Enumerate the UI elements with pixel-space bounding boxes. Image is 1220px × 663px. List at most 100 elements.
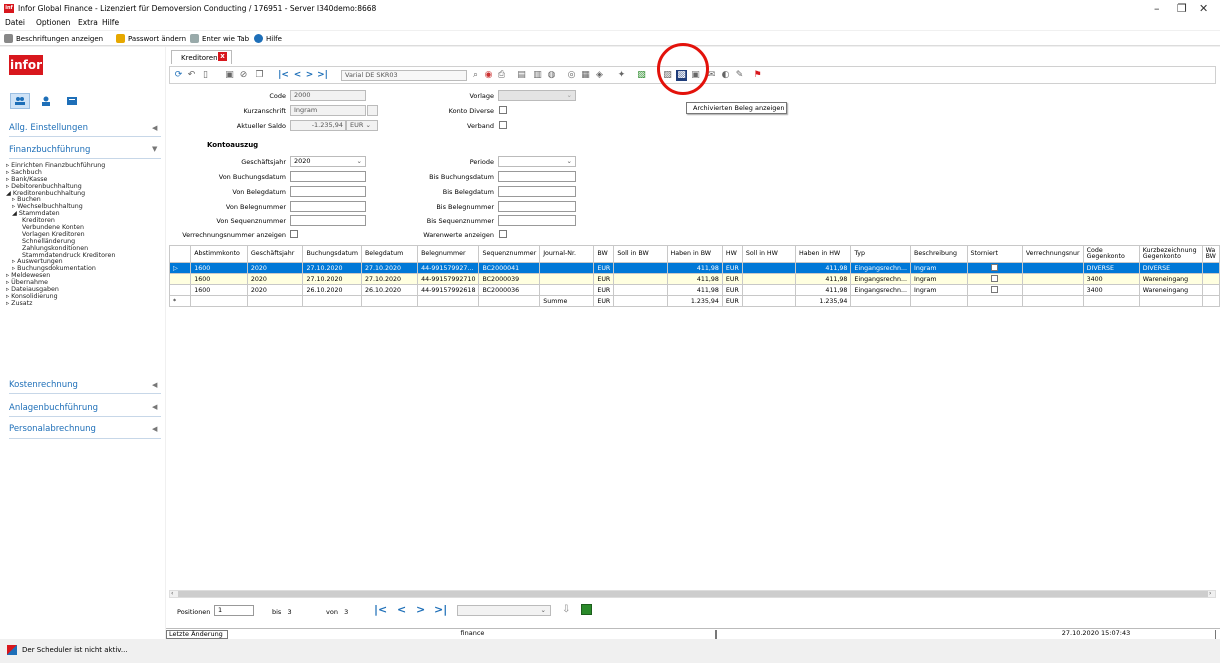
collapse-arrow-icon[interactable]: ◀ xyxy=(152,381,157,389)
undo-icon[interactable]: ↶ xyxy=(186,70,197,81)
table-cell[interactable]: EUR xyxy=(721,262,743,274)
card-icon[interactable] xyxy=(66,96,78,106)
table-cell[interactable] xyxy=(539,262,595,274)
first-page-icon[interactable]: |< xyxy=(374,603,387,616)
next-page-icon[interactable]: > xyxy=(416,603,425,616)
table-cell[interactable]: BC2000039 xyxy=(478,273,541,285)
section-anlagenbuchfuehrung[interactable]: Anlagenbuchführung xyxy=(9,403,98,413)
table-cell[interactable] xyxy=(1201,273,1220,285)
enter-tab-button[interactable]: Enter wie Tab xyxy=(190,34,249,43)
menu-datei[interactable]: Datei xyxy=(5,18,25,27)
table-cell[interactable]: 27.10.2020 xyxy=(302,262,362,274)
table-cell[interactable]: 411,98 xyxy=(795,262,852,274)
scroll-right-icon[interactable]: › xyxy=(1209,590,1211,597)
collapse-arrow-icon[interactable]: ◀ xyxy=(152,403,157,411)
column-header[interactable]: Code Gegenkonto xyxy=(1082,245,1140,263)
table-cell[interactable]: 2020 xyxy=(246,262,304,274)
storniert-checkbox[interactable] xyxy=(991,286,999,294)
table-cell[interactable] xyxy=(613,262,668,274)
table-cell[interactable]: 44-99157992618 xyxy=(417,284,480,296)
table-row[interactable]: 1600 2020 27.10.2020 27.10.2020 44-991579927… xyxy=(168,273,1220,285)
note-icon[interactable]: ▦ xyxy=(580,70,591,81)
section-kostenrechnung[interactable]: Kostenrechnung xyxy=(9,380,78,390)
row-marker[interactable]: ▷ xyxy=(168,262,192,274)
prev-page-icon[interactable]: < xyxy=(397,603,406,616)
close-button[interactable]: ✕ xyxy=(1199,2,1208,15)
table-cell[interactable]: 1600 xyxy=(190,284,248,296)
bis-belegdatum-field[interactable] xyxy=(498,186,576,197)
user-icon[interactable] xyxy=(40,96,52,106)
account-icon[interactable]: ◍ xyxy=(546,70,557,81)
table-cell[interactable] xyxy=(539,284,595,296)
table-cell[interactable] xyxy=(1021,262,1084,274)
close-tab-icon[interactable]: x xyxy=(218,52,227,61)
verband-checkbox[interactable] xyxy=(499,121,507,129)
positionen-field[interactable]: 1 xyxy=(214,605,254,616)
report-icon[interactable]: ▧ xyxy=(636,70,647,81)
document-icon[interactable]: ▥ xyxy=(532,70,543,81)
table-cell[interactable]: EUR xyxy=(593,262,615,274)
code-field[interactable]: 2000 xyxy=(290,90,366,101)
table-row[interactable]: 1600 2020 26.10.2020 26.10.2020 44-991579926… xyxy=(168,284,1220,296)
row-marker[interactable] xyxy=(168,273,192,285)
table-cell[interactable]: DIVERSE xyxy=(1082,262,1140,274)
konto-diverse-checkbox[interactable] xyxy=(499,106,507,114)
column-header[interactable]: Verrechnungsnur xyxy=(1021,245,1084,263)
search-icon[interactable]: ⌕ xyxy=(470,70,481,81)
table-row[interactable]: ▷ 1600 2020 27.10.2020 27.10.2020 44-99157992… xyxy=(168,262,1220,274)
storniert-cell[interactable] xyxy=(966,284,1023,296)
von-sequenznummer-field[interactable] xyxy=(290,215,366,226)
maximize-button[interactable]: ❐ xyxy=(1177,2,1187,15)
minimize-button[interactable]: – xyxy=(1154,2,1160,15)
bis-buchungsdatum-field[interactable] xyxy=(498,171,576,182)
table-cell[interactable]: BC2000041 xyxy=(478,262,541,274)
table-cell[interactable]: EUR xyxy=(593,284,615,296)
table-cell[interactable] xyxy=(613,284,668,296)
column-header[interactable]: Kurzbezeichnung Gegenkonto xyxy=(1138,245,1203,263)
column-header[interactable]: Sequenznummer xyxy=(478,245,541,263)
filter-icon[interactable]: ◉ xyxy=(483,70,494,81)
vorlage-select[interactable]: ⌄ xyxy=(498,90,576,101)
column-header[interactable]: Abstimmkonto xyxy=(190,245,248,263)
column-header[interactable]: Wa BW xyxy=(1201,245,1220,263)
edit-icon[interactable]: ✎ xyxy=(734,70,745,81)
table-cell[interactable]: 1600 xyxy=(190,262,248,274)
table-cell[interactable]: 26.10.2020 xyxy=(302,284,362,296)
settings-icon[interactable]: ✦ xyxy=(616,70,627,81)
column-header[interactable]: Soll in BW xyxy=(613,245,668,263)
warenwerte-checkbox[interactable] xyxy=(499,230,507,238)
table-cell[interactable]: 411,98 xyxy=(795,273,852,285)
new-icon[interactable]: ▯ xyxy=(200,70,211,81)
table-cell[interactable]: 27.10.2020 xyxy=(360,273,419,285)
menu-optionen[interactable]: Optionen xyxy=(36,18,70,27)
excel-export-icon[interactable] xyxy=(581,604,592,615)
column-header[interactable]: Geschäftsjahr xyxy=(246,245,304,263)
table-cell[interactable]: Eingangsrechn... xyxy=(850,273,912,285)
periode-select[interactable]: ⌄ xyxy=(498,156,576,167)
column-header[interactable]: Beschreibung xyxy=(910,245,968,263)
kurzanschrift-field[interactable]: Ingram xyxy=(290,105,366,116)
lookup-button[interactable] xyxy=(367,105,378,116)
table-cell[interactable] xyxy=(1021,284,1084,296)
table-cell[interactable]: BC2000036 xyxy=(478,284,541,296)
table-cell[interactable]: Ingram xyxy=(910,273,968,285)
column-header[interactable]: Haben in HW xyxy=(795,245,852,263)
download-icon[interactable]: ⇩ xyxy=(562,604,570,615)
table-cell[interactable]: EUR xyxy=(721,273,743,285)
table-cell[interactable]: 411,98 xyxy=(795,284,852,296)
table-cell[interactable] xyxy=(741,284,797,296)
table-cell[interactable]: 411,98 xyxy=(666,273,723,285)
table-cell[interactable]: 411,98 xyxy=(666,284,723,296)
save-icon[interactable]: ▣ xyxy=(224,70,235,81)
last-record-icon[interactable]: >| xyxy=(317,70,328,81)
table-cell[interactable] xyxy=(613,273,668,285)
copy-icon[interactable]: ❐ xyxy=(254,70,265,81)
table-cell[interactable] xyxy=(1201,284,1220,296)
table-cell[interactable]: Wareneingang xyxy=(1138,273,1203,285)
table-cell[interactable]: Wareneingang xyxy=(1138,284,1203,296)
table-cell[interactable] xyxy=(1021,273,1084,285)
table-cell[interactable]: 3400 xyxy=(1082,273,1140,285)
scroll-left-icon[interactable]: ‹ xyxy=(171,590,173,597)
column-header[interactable]: Buchungsdatum xyxy=(302,245,362,263)
column-header[interactable]: Soll in HW xyxy=(741,245,797,263)
